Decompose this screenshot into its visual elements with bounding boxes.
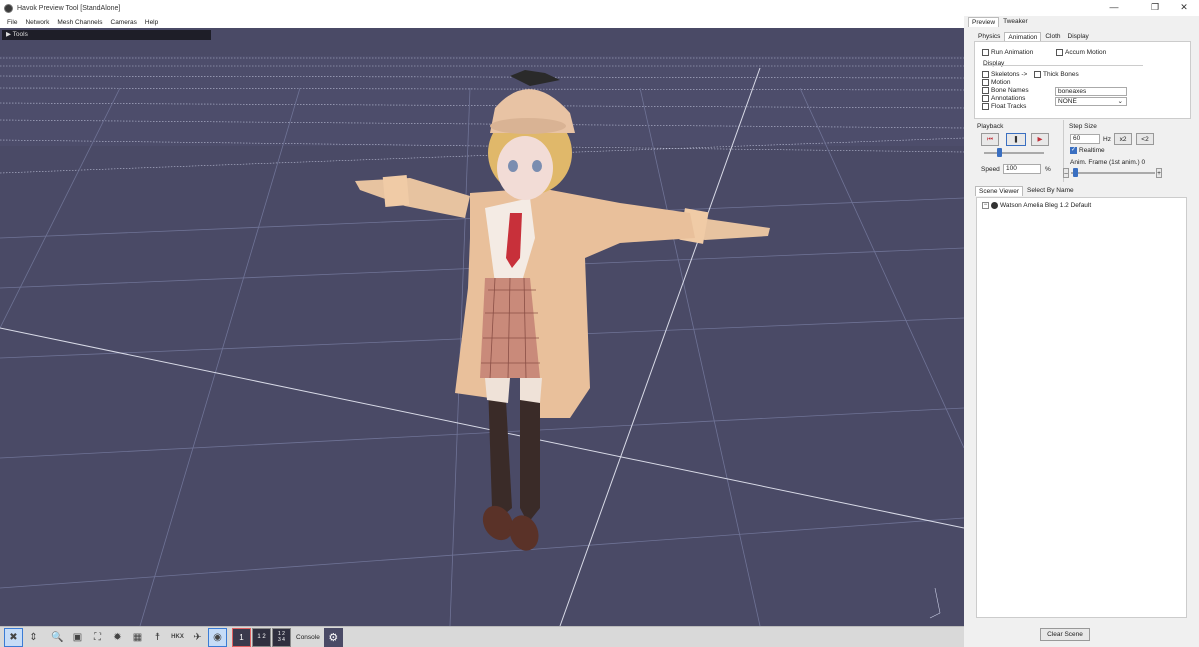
clear-scene-button[interactable]: Clear Scene — [1040, 628, 1090, 641]
playback-label: Playback — [977, 123, 1004, 130]
chevron-down-icon: ⌄ — [1117, 98, 1123, 105]
bone-axes-field[interactable]: boneaxes — [1055, 87, 1127, 96]
scene-tree[interactable]: − Watson Amelia Bleg 1.2 Default — [976, 197, 1187, 618]
animation-options-panel: Run Animation Accum Motion Display Skele… — [974, 41, 1191, 119]
move-tool-icon[interactable]: ⇕ — [24, 628, 43, 647]
menu-mesh-channels[interactable]: Mesh Channels — [57, 19, 102, 26]
playback-slider-thumb[interactable] — [997, 148, 1002, 157]
frame-all-icon[interactable]: ⛶ — [88, 628, 107, 647]
thick-bones-checkbox[interactable]: Thick Bones — [1034, 71, 1079, 78]
rewind-button[interactable]: ⏮ — [981, 133, 999, 146]
zoom-icon[interactable]: 🔍 — [48, 628, 67, 647]
close-button[interactable]: ✕ — [1169, 0, 1199, 16]
playback-slider[interactable] — [984, 152, 1044, 154]
gear-node-icon — [991, 202, 998, 209]
menu-bar: File Network Mesh Channels Cameras Help — [0, 16, 964, 28]
float-tracks-checkbox[interactable]: Float Tracks — [982, 103, 1026, 110]
dual-view-button[interactable]: 1 2 — [252, 627, 271, 647]
menu-cameras[interactable]: Cameras — [111, 19, 137, 26]
anim-frame-slider-thumb[interactable] — [1073, 168, 1078, 177]
pause-button[interactable]: ❚ — [1006, 133, 1026, 146]
speed-input[interactable]: 100 — [1003, 164, 1041, 174]
anim-frame-slider[interactable] — [1071, 172, 1155, 174]
hkx-button[interactable]: HKX — [168, 628, 187, 647]
select-tool-icon[interactable]: ✖ — [4, 627, 23, 647]
camera-icon[interactable]: ◉ — [208, 627, 227, 647]
percent-label: % — [1045, 166, 1051, 173]
hz-label: Hz — [1103, 136, 1111, 143]
run-animation-checkbox[interactable]: Run Animation — [982, 49, 1033, 56]
frame-increment-button[interactable]: + — [1156, 168, 1162, 178]
physics-icon[interactable]: ✹ — [108, 628, 127, 647]
half-step-button[interactable]: <2 — [1136, 133, 1154, 145]
scene-tab-row: Scene Viewer Select By Name — [975, 186, 1078, 196]
motion-checkbox[interactable]: Motion — [982, 79, 1011, 86]
tab-scene-viewer[interactable]: Scene Viewer — [975, 186, 1023, 196]
expand-icon[interactable]: − — [982, 202, 989, 209]
menu-file[interactable]: File — [7, 19, 17, 26]
3d-viewport[interactable]: ▶ Tools — [0, 28, 964, 626]
quad-view-button[interactable]: 1 2 3 4 — [272, 627, 291, 647]
grid-icon[interactable]: ▦ — [128, 628, 147, 647]
step-size-input[interactable]: 60 — [1070, 134, 1100, 144]
tab-tweaker[interactable]: Tweaker — [1000, 17, 1031, 27]
menu-network[interactable]: Network — [25, 19, 49, 26]
window-title: Havok Preview Tool [StandAlone] — [17, 4, 121, 12]
right-panel: Preview Tweaker Physics Animation Cloth … — [966, 16, 1199, 647]
record-button[interactable]: ▶ — [1031, 133, 1049, 146]
minimize-button[interactable]: — — [1099, 0, 1129, 16]
console-button[interactable]: Console — [296, 634, 320, 641]
skeletons-checkbox[interactable]: Skeletons -> — [982, 71, 1027, 78]
tab-preview[interactable]: Preview — [968, 17, 1000, 27]
accum-motion-checkbox[interactable]: Accum Motion — [1056, 49, 1106, 56]
menu-help[interactable]: Help — [145, 19, 158, 26]
bottom-toolbar: ✖ ⇕ 🔍 ▣ ⛶ ✹ ▦ ☨ HKX ✈ ◉ 1 1 2 1 2 3 4 Co… — [0, 626, 964, 647]
tree-item-scene-root[interactable]: − Watson Amelia Bleg 1.2 Default — [982, 202, 1091, 209]
cube-view-icon[interactable]: ▣ — [68, 628, 87, 647]
pin-icon[interactable]: ✈ — [188, 628, 207, 647]
frame-decrement-button[interactable]: – — [1063, 168, 1069, 178]
gear-icon[interactable]: ⚙ — [323, 627, 343, 647]
character-model — [355, 70, 770, 551]
top-tab-row: Preview Tweaker — [968, 17, 1032, 27]
ragdoll-icon[interactable]: ☨ — [148, 628, 167, 647]
annotations-checkbox[interactable]: Annotations — [982, 95, 1025, 102]
title-bar: Havok Preview Tool [StandAlone] — [0, 0, 1199, 16]
bone-names-checkbox[interactable]: Bone Names — [982, 87, 1029, 94]
app-logo-icon — [4, 3, 13, 13]
none-select[interactable]: NONE ⌄ — [1055, 97, 1127, 106]
speed-label: Speed — [981, 166, 1000, 173]
single-view-button[interactable]: 1 — [232, 627, 251, 647]
realtime-checkbox[interactable]: Realtime — [1070, 146, 1105, 154]
tab-select-by-name[interactable]: Select By Name — [1024, 186, 1077, 196]
step-size-label: Step Size — [1069, 123, 1097, 130]
restore-button[interactable]: ❐ — [1140, 0, 1170, 16]
double-step-button[interactable]: x2 — [1114, 133, 1132, 145]
anim-frame-label: Anim. Frame (1st anim.) 0 — [1070, 159, 1146, 166]
